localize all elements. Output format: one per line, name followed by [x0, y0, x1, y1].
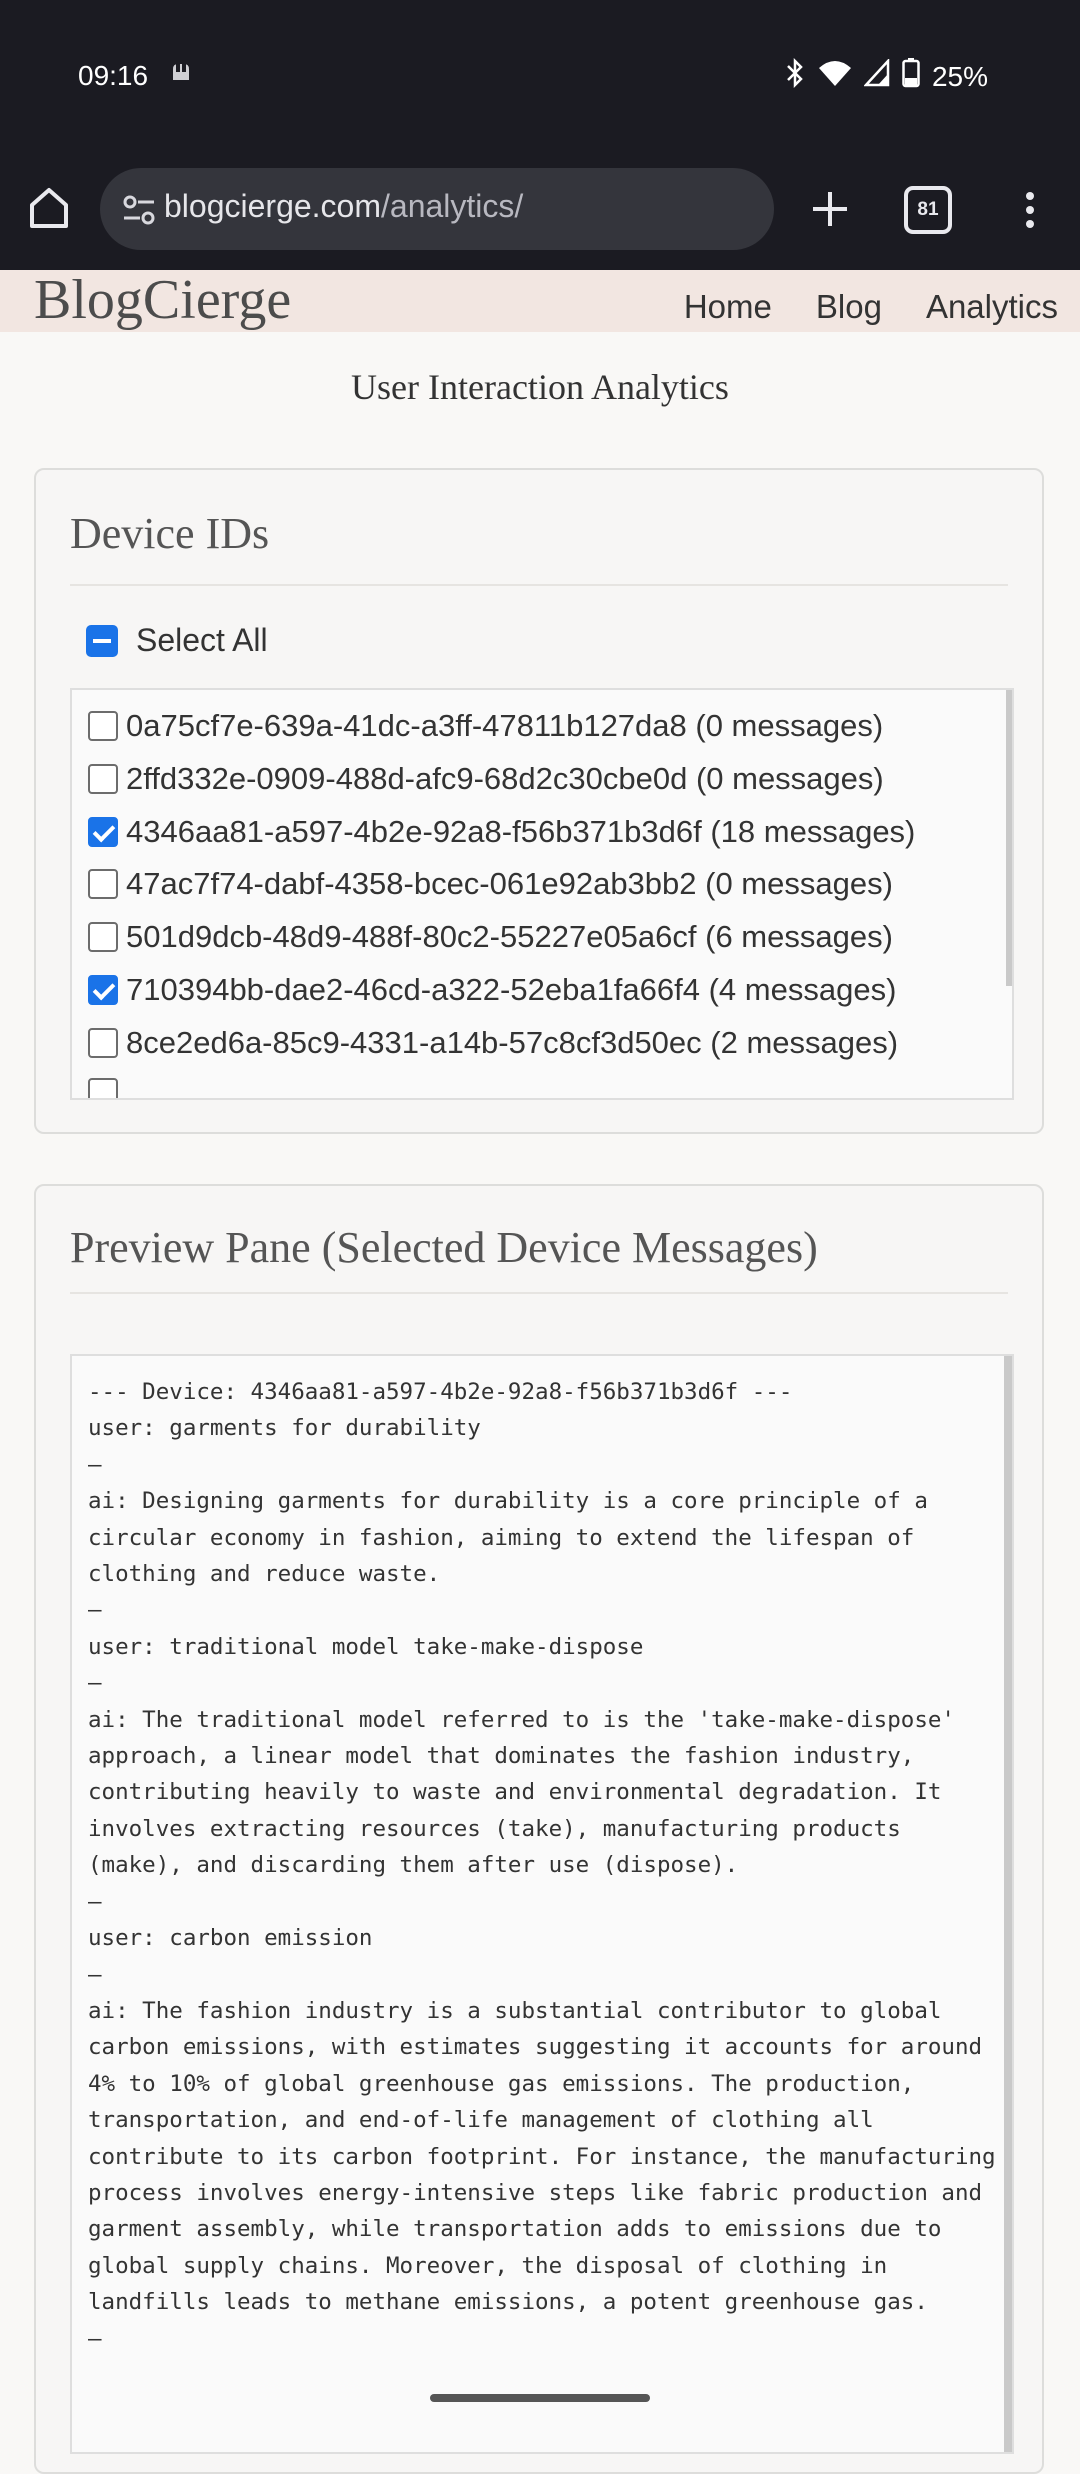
- nav-home[interactable]: Home: [684, 288, 772, 326]
- device-item[interactable]: 501d9dcb-48d9-488f-80c2-55227e05a6cf (6 …: [88, 919, 893, 955]
- device-checkbox[interactable]: [88, 975, 118, 1005]
- device-checkbox[interactable]: [88, 764, 118, 794]
- device-checkbox[interactable]: [88, 922, 118, 952]
- signal-icon: [863, 57, 890, 94]
- list-scrollbar[interactable]: [1006, 690, 1012, 986]
- bluetooth-icon: [784, 57, 806, 95]
- device-label: 4346aa81-a597-4b2e-92a8-f56b371b3d6f (18…: [126, 814, 916, 849]
- home-icon: [30, 188, 68, 228]
- select-all-label: Select All: [136, 622, 268, 658]
- battery-icon: [902, 58, 920, 95]
- site-logo[interactable]: BlogCierge: [34, 268, 291, 332]
- new-tab-button[interactable]: [800, 176, 860, 242]
- nav-analytics[interactable]: Analytics: [926, 288, 1058, 326]
- status-bar: 09:16 25%: [0, 0, 1080, 150]
- device-id-list[interactable]: 0a75cf7e-639a-41dc-a3ff-47811b127da8 (0 …: [70, 688, 1014, 1100]
- device-label: 501d9dcb-48d9-488f-80c2-55227e05a6cf (6 …: [126, 919, 893, 954]
- device-item[interactable]: 0a75cf7e-639a-41dc-a3ff-47811b127da8 (0 …: [88, 708, 883, 744]
- preview-text: --- Device: 4346aa81-a597-4b2e-92a8-f56b…: [88, 1379, 996, 2352]
- url-host: blogcierge.com: [164, 188, 381, 224]
- device-ids-heading: Device IDs: [70, 509, 270, 558]
- select-all-checkbox[interactable]: [86, 624, 118, 657]
- status-time: 09:16: [78, 60, 149, 91]
- device-ids-card: Device IDs Select All 0a75cf7e-639a-41dc…: [34, 468, 1044, 1134]
- overflow-menu-button[interactable]: [1010, 178, 1050, 240]
- wifi-icon: [818, 59, 852, 94]
- device-checkbox[interactable]: [88, 1078, 118, 1098]
- page-title: User Interaction Analytics: [351, 367, 729, 407]
- device-checkbox[interactable]: [88, 711, 118, 741]
- main-nav: Home Blog Analytics: [684, 288, 1058, 326]
- url-text[interactable]: blogcierge.com/analytics/: [164, 188, 523, 225]
- divider: [70, 1292, 1008, 1294]
- address-bar[interactable]: blogcierge.com/analytics/: [100, 168, 774, 250]
- more-vert-icon: [1026, 192, 1034, 228]
- device-item[interactable]: 710394bb-dae2-46cd-a322-52eba1fa66f4 (4 …: [88, 972, 896, 1008]
- home-button[interactable]: [24, 178, 74, 238]
- preview-card: Preview Pane (Selected Device Messages) …: [34, 1184, 1044, 2474]
- plus-icon: [813, 192, 847, 226]
- device-item[interactable]: 47ac7f74-dabf-4358-bcec-061e92ab3bb2 (0 …: [88, 866, 893, 902]
- url-path: /analytics/: [381, 188, 524, 224]
- browser-chrome: 09:16 25% blogcierge.com/analytics/ 81: [0, 0, 1080, 270]
- preview-pane[interactable]: --- Device: 4346aa81-a597-4b2e-92a8-f56b…: [70, 1354, 1014, 2454]
- device-checkbox[interactable]: [88, 817, 118, 847]
- battery-percent: 25%: [931, 60, 988, 92]
- device-label: 710394bb-dae2-46cd-a322-52eba1fa66f4 (4 …: [126, 972, 897, 1007]
- preview-heading: Preview Pane (Selected Device Messages): [70, 1223, 818, 1272]
- device-label: 0a75cf7e-639a-41dc-a3ff-47811b127da8 (0 …: [126, 708, 884, 743]
- gesture-bar: [430, 2394, 650, 2402]
- device-label: 2ffd332e-0909-488d-afc9-68d2c30cbe0d (0 …: [126, 761, 884, 796]
- device-checkbox[interactable]: [88, 869, 118, 899]
- preview-scrollbar[interactable]: [1004, 1356, 1012, 2452]
- site-header: BlogCierge Home Blog Analytics: [0, 268, 1080, 332]
- browser-toolbar: blogcierge.com/analytics/ 81: [0, 168, 1080, 250]
- device-item[interactable]: 4346aa81-a597-4b2e-92a8-f56b371b3d6f (18…: [88, 814, 915, 850]
- device-item[interactable]: 2ffd332e-0909-488d-afc9-68d2c30cbe0d (0 …: [88, 761, 884, 797]
- notification-icon: [170, 60, 192, 91]
- device-label: 8ce2ed6a-85c9-4331-a14b-57c8cf3d50ec (2 …: [126, 1025, 899, 1060]
- divider: [70, 584, 1008, 586]
- tab-switcher-button[interactable]: 81: [904, 186, 952, 234]
- site-settings-icon[interactable]: [118, 188, 162, 232]
- device-label: 47ac7f74-dabf-4358-bcec-061e92ab3bb2 (0 …: [126, 866, 893, 901]
- nav-blog[interactable]: Blog: [816, 288, 882, 326]
- device-checkbox[interactable]: [88, 1028, 118, 1058]
- device-item[interactable]: 8ce2ed6a-85c9-4331-a14b-57c8cf3d50ec (2 …: [88, 1025, 898, 1061]
- select-all-control[interactable]: Select All: [86, 622, 268, 659]
- device-item-partial[interactable]: [88, 1078, 126, 1098]
